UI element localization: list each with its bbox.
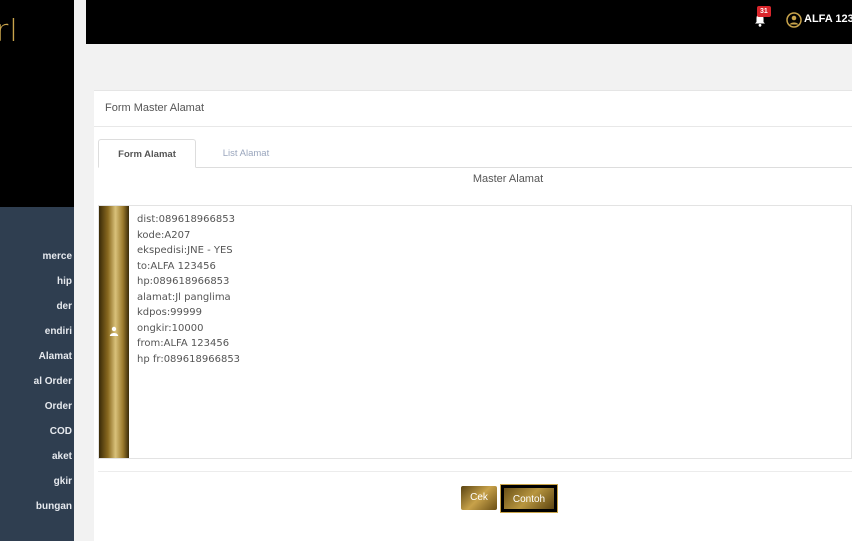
sidebar-menu: merce hip der endiri Alamat al Order Ord… (0, 244, 74, 519)
sidebar-item-mandiri[interactable]: endiri (0, 319, 74, 344)
sidebar-item-hubungan[interactable]: bungan (0, 494, 74, 519)
notification-badge: 31 (757, 6, 771, 17)
address-input-group: dist:089618966853 kode:A207 ekspedisi:JN… (98, 205, 852, 459)
contoh-button[interactable]: Contoh (501, 485, 557, 512)
input-addon (99, 206, 129, 458)
sidebar-item-cod[interactable]: COD (0, 419, 74, 444)
address-textarea[interactable]: dist:089618966853 kode:A207 ekspedisi:JN… (137, 212, 837, 452)
user-name[interactable]: ALFA 123 (804, 13, 852, 25)
topbar: 31 ALFA 123 (86, 0, 852, 44)
tab-bar: Form Alamat List Alamat (98, 139, 852, 168)
section-title: Master Alamat (472, 173, 544, 185)
user-icon (109, 326, 119, 336)
tab-list-alamat[interactable]: List Alamat (206, 139, 286, 168)
brand-logo[interactable]: rl (0, 0, 74, 207)
user-avatar-icon[interactable] (786, 12, 802, 28)
panel-title: Form Master Alamat (105, 102, 205, 114)
cek-button[interactable]: Cek (461, 486, 497, 510)
sidebar-item-paket[interactable]: aket (0, 444, 74, 469)
sidebar-item-membership[interactable]: hip (0, 269, 74, 294)
divider (98, 471, 852, 472)
sidebar-item-alamat[interactable]: Alamat (0, 344, 74, 369)
brand-logo-text: rl (0, 14, 19, 49)
sidebar-item-ongkir[interactable]: gkir (0, 469, 74, 494)
sidebar-item-order[interactable]: der (0, 294, 74, 319)
sidebar: rl merce hip der endiri Alamat al Order … (0, 0, 74, 541)
divider (94, 126, 852, 127)
sidebar-item-total-order[interactable]: al Order (0, 369, 74, 394)
sidebar-item-ecommerce[interactable]: merce (0, 244, 74, 269)
tab-form-alamat[interactable]: Form Alamat (98, 139, 196, 168)
sidebar-item-order-2[interactable]: Order (0, 394, 74, 419)
form-panel: Form Master Alamat Form Alamat List Alam… (94, 90, 852, 541)
